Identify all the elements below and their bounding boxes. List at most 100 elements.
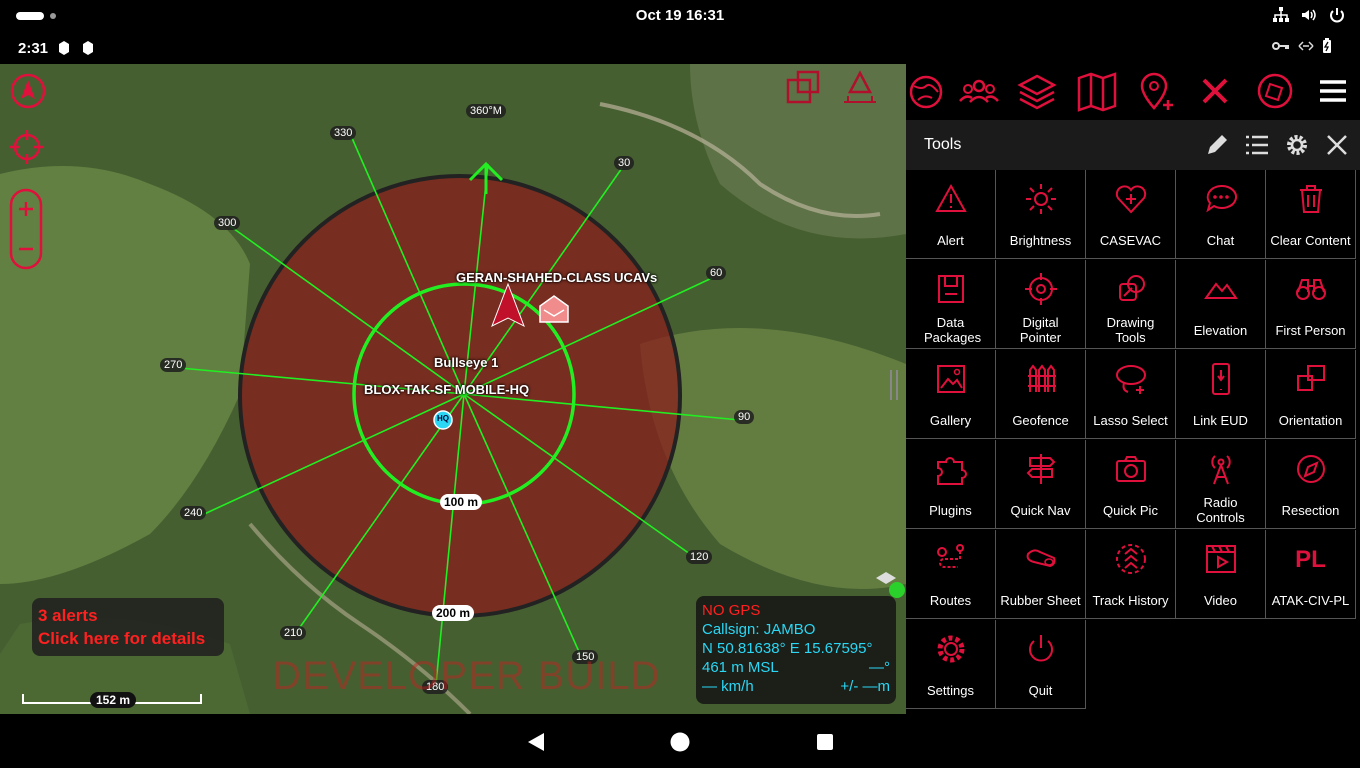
trash-icon (1300, 185, 1322, 213)
globe-network-icon[interactable] (906, 68, 952, 114)
tool-drawing-tools[interactable]: Drawing Tools (1086, 260, 1176, 349)
notification-gear-icon-2 (83, 41, 93, 55)
tool-radio-controls[interactable]: Radio Controls (1176, 440, 1266, 529)
tool-quick-pic[interactable]: Quick Pic (1086, 440, 1176, 529)
back-icon[interactable] (526, 732, 546, 752)
map-view[interactable]: GERAN-SHAHED-CLASS UCAVs Bullseye 1 BLOX… (0, 64, 906, 714)
tool-atak-civ-pl[interactable]: PL ATAK-CIV-PL (1266, 530, 1356, 619)
scale-bar: 152 m (22, 690, 206, 710)
callsign: Callsign: JAMBO (702, 621, 816, 638)
tool-brightness[interactable]: Brightness (996, 170, 1086, 259)
tools-header: Tools (906, 120, 1360, 170)
brightness-icon (1026, 184, 1056, 214)
data-transfer-icon (1298, 41, 1314, 51)
tool-resection[interactable]: Resection (1266, 440, 1356, 529)
puzzle-icon (937, 457, 967, 485)
gps-status: NO GPS (702, 602, 761, 619)
signpost-icon (1026, 454, 1056, 484)
altitude: 461 m MSL (702, 659, 779, 676)
tool-chat[interactable]: Chat (1176, 170, 1266, 259)
camera-icon (1116, 456, 1146, 482)
orientation-icon (1297, 365, 1325, 391)
tool-clear-content[interactable]: Clear Content (1266, 170, 1356, 259)
system-clock[interactable]: Oct 19 16:31 (0, 7, 1360, 24)
tool-video[interactable]: Video (1176, 530, 1266, 619)
uav-label: GERAN-SHAHED-CLASS UCAVs (456, 270, 658, 285)
data-packages-icon (938, 275, 964, 303)
recents-icon[interactable] (816, 733, 834, 751)
alert-icon (935, 183, 967, 212)
ring-label-inner: 100 m (440, 494, 483, 510)
track-history-icon (1116, 544, 1146, 574)
bearing-label-120: 120 (686, 550, 713, 564)
notification-gear-icon (59, 41, 69, 55)
layers-icon[interactable] (1014, 68, 1060, 114)
scale-label: 152 m (90, 692, 137, 708)
speed: — km/h (702, 678, 754, 695)
hq-label: BLOX-TAK-SF MOBILE-HQ (364, 382, 530, 397)
heading: —° (869, 659, 890, 676)
bearing-label-210: 210 (280, 626, 307, 640)
tool-lasso-select[interactable]: Lasso Select (1086, 350, 1176, 439)
hq-badge: HQ (437, 414, 449, 423)
gallery-icon (937, 365, 965, 393)
main-toolbar (906, 64, 1360, 118)
tool-orientation[interactable]: Orientation (1266, 350, 1356, 439)
tool-routes[interactable]: Routes (906, 530, 996, 619)
tool-geofence[interactable]: Geofence (996, 350, 1086, 439)
contacts-icon[interactable] (956, 68, 1002, 114)
hamburger-menu-icon[interactable] (1310, 68, 1356, 114)
radio-tower-icon (1211, 455, 1231, 485)
power-icon (1029, 635, 1053, 662)
tool-alert[interactable]: Alert (906, 170, 996, 259)
bearing-label-330: 330 (330, 126, 357, 140)
crosshair-icon (1025, 273, 1057, 305)
bearing-label-60: 60 (706, 266, 727, 280)
list-view-icon[interactable] (1244, 132, 1270, 158)
android-nav-bar (0, 714, 1360, 768)
home-icon[interactable] (670, 732, 690, 752)
tool-casevac[interactable]: CASEVAC (1086, 170, 1176, 259)
map-icon[interactable] (1074, 68, 1120, 114)
compass-north-icon[interactable] (10, 73, 46, 109)
layers-toggle-icon[interactable] (784, 70, 822, 106)
compass-tool-icon[interactable] (1252, 68, 1298, 114)
tool-link-eud[interactable]: Link EUD (1176, 350, 1266, 439)
close-panel-icon[interactable] (1324, 132, 1350, 158)
locate-self-icon[interactable] (8, 128, 46, 166)
system-top-bar: Oct 19 16:31 (0, 0, 1360, 32)
tool-settings[interactable]: Settings (906, 620, 996, 709)
alerts-details-link: Click here for details (38, 629, 206, 648)
map-alert-icon[interactable] (840, 70, 880, 106)
tool-digital-pointer[interactable]: Digital Pointer (996, 260, 1086, 349)
tool-elevation[interactable]: Elevation (1176, 260, 1266, 349)
android-status-bar: 2:31 (0, 32, 1360, 64)
video-icon (1206, 545, 1236, 573)
battery-icon (1323, 38, 1331, 53)
tool-data-packages[interactable]: Data Packages (906, 260, 996, 349)
tool-quick-nav[interactable]: Quick Nav (996, 440, 1086, 529)
tool-track-history[interactable]: Track History (1086, 530, 1176, 619)
system-tray[interactable] (1272, 6, 1346, 24)
drawing-tools-icon (1119, 275, 1145, 301)
volume-icon (1302, 9, 1316, 21)
alerts-banner[interactable]: 3 alerts Click here for details (32, 598, 224, 656)
ring-label-outer: 200 m (432, 605, 475, 621)
pencil-icon[interactable] (1204, 132, 1230, 158)
tool-gallery[interactable]: Gallery (906, 350, 996, 439)
tool-plugins[interactable]: Plugins (906, 440, 996, 529)
tool-rubber-sheet[interactable]: Rubber Sheet (996, 530, 1086, 619)
bearing-label-270: 270 (160, 358, 187, 372)
add-point-icon[interactable] (1134, 68, 1180, 114)
panel-resize-handle[interactable] (890, 370, 898, 400)
zoom-control[interactable] (9, 188, 43, 270)
tool-quit[interactable]: Quit (996, 620, 1086, 709)
settings-gear-icon[interactable] (1284, 132, 1310, 158)
tool-first-person[interactable]: First Person (1266, 260, 1356, 349)
close-x-icon[interactable] (1192, 68, 1238, 114)
casevac-icon (1115, 185, 1147, 214)
rubber-sheet-icon (1026, 549, 1056, 568)
self-location-widget[interactable]: NO GPS Callsign: JAMBO N 50.81638° E 15.… (696, 596, 896, 704)
bearing-label-360: 360°M (466, 104, 506, 118)
coordinates: N 50.81638° E 15.67595° (702, 640, 873, 657)
